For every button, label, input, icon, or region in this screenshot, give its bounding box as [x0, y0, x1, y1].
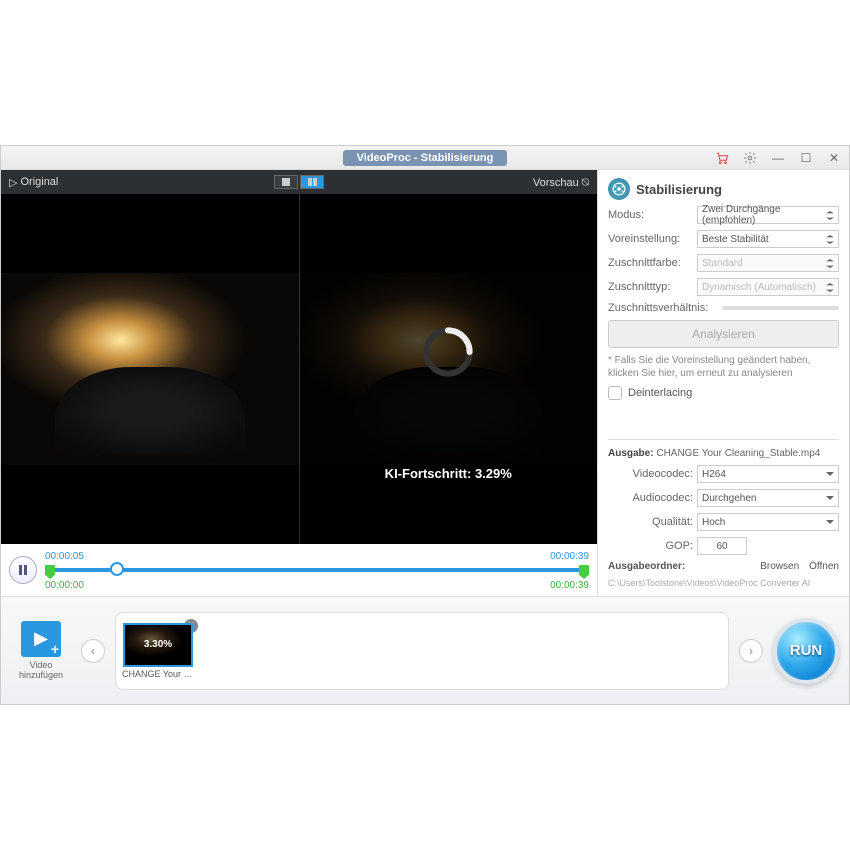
next-button[interactable]: › — [739, 639, 763, 663]
thumbnail-image: 3.30% — [123, 623, 193, 667]
thumbnail-item[interactable]: × 3.30% CHANGE Your Cle — [122, 623, 194, 679]
audiocodec-label: Audiocodec: — [608, 492, 693, 504]
play-pause-button[interactable] — [9, 556, 37, 584]
view-split-button[interactable] — [300, 175, 324, 189]
videocodec-select[interactable]: H264 — [697, 465, 839, 483]
preview-label-wrap: Vorschau ⍉ — [533, 175, 589, 190]
range-start-handle[interactable] — [45, 565, 55, 579]
add-video-button[interactable]: ▶ Video hinzufügen — [11, 621, 71, 681]
spinner-icon — [418, 322, 478, 382]
time-start: 00:00:00 — [45, 580, 84, 591]
maximize-button[interactable]: ☐ — [795, 149, 817, 167]
analyze-note: * Falls Sie die Voreinstellung geändert … — [608, 354, 839, 380]
modus-select[interactable]: Zwei Durchgänge (empfohlen) — [697, 206, 839, 224]
zuschnitttyp-label: Zuschnitttyp: — [608, 281, 693, 293]
gop-input[interactable]: 60 — [697, 537, 747, 555]
window-title: VideoProc - Stabilisierung — [343, 150, 508, 166]
quality-select[interactable]: Hoch — [697, 513, 839, 531]
original-label: ▷ Original — [9, 176, 58, 189]
browse-button[interactable]: Browsen — [760, 561, 799, 572]
modus-label: Modus: — [608, 209, 693, 221]
thumbnail-name: CHANGE Your Cle — [122, 669, 194, 679]
time-end-top: 00:00:39 — [550, 551, 589, 562]
zuschnittfarbe-select[interactable]: Standard — [697, 254, 839, 272]
stabilization-icon — [608, 178, 630, 200]
zuschnittfarbe-label: Zuschnittfarbe: — [608, 257, 693, 269]
time-end-bottom: 00:00:39 — [550, 580, 589, 591]
audiocodec-select[interactable]: Durchgehen — [697, 489, 839, 507]
sidebar-title: Stabilisierung — [608, 178, 839, 200]
view-single-button[interactable] — [274, 175, 298, 189]
timeline: 00:00:05 00:00:00 00:00:39 00:00:39 — [1, 544, 597, 596]
open-folder-button[interactable]: Öffnen — [809, 561, 839, 572]
minimize-button[interactable]: — — [767, 149, 789, 167]
time-current: 00:00:05 — [45, 551, 84, 562]
magnify-icon[interactable]: ⍉ — [582, 175, 589, 189]
main-area: ▷ Original Vorschau ⍉ KI-Fortschr — [1, 170, 849, 596]
sidebar: Stabilisierung Modus: Zwei Durchgänge (em… — [597, 170, 849, 596]
view-toggle — [274, 175, 324, 189]
analyze-button[interactable]: Analysieren — [608, 320, 839, 348]
ratio-slider[interactable] — [722, 306, 839, 310]
timeline-track[interactable]: 00:00:05 00:00:00 00:00:39 00:00:39 — [45, 550, 589, 590]
progress-text: KI-Fortschritt: 3.29% — [385, 466, 512, 481]
range-end-handle[interactable] — [579, 565, 589, 579]
output-folder-label: Ausgabeordner: — [608, 561, 685, 572]
playhead-handle[interactable] — [110, 562, 124, 576]
zuschnittverhaeltnis-label: Zuschnittsverhältnis: — [608, 302, 718, 314]
original-pane — [1, 194, 299, 544]
thumbnail-strip: × 3.30% CHANGE Your Cle — [115, 612, 729, 690]
zuschnitttyp-select[interactable]: Dynamisch (Automatisch) — [697, 278, 839, 296]
output-path: C:\Users\Toolstone\Videos\VideoProc Conv… — [608, 578, 839, 588]
output-filename: Ausgabe: CHANGE Your Cleaning_Stable.mp4 — [608, 448, 839, 459]
gop-label: GOP: — [608, 540, 693, 552]
titlebar: VideoProc - Stabilisierung — ☐ ✕ — [1, 146, 849, 170]
close-button[interactable]: ✕ — [823, 149, 845, 167]
add-video-icon: ▶ — [21, 621, 61, 657]
bottom-bar: ▶ Video hinzufügen ‹ × 3.30% CHANGE Your… — [1, 596, 849, 704]
preview-panel: ▷ Original Vorschau ⍉ KI-Fortschr — [1, 170, 597, 596]
videocodec-label: Videocodec: — [608, 468, 693, 480]
preview-pane: KI-Fortschritt: 3.29% — [299, 194, 598, 544]
cart-icon[interactable] — [711, 149, 733, 167]
run-button[interactable]: RUN — [773, 618, 839, 684]
deinterlacing-checkbox[interactable]: Deinterlacing — [608, 386, 839, 400]
preview-header: ▷ Original Vorschau ⍉ — [1, 170, 597, 194]
titlebar-controls: — ☐ ✕ — [711, 149, 845, 167]
prev-button[interactable]: ‹ — [81, 639, 105, 663]
quality-label: Qualität: — [608, 516, 693, 528]
preview-body: KI-Fortschritt: 3.29% — [1, 194, 597, 544]
voreinstellung-label: Voreinstellung: — [608, 233, 693, 245]
voreinstellung-select[interactable]: Beste Stabilität — [697, 230, 839, 248]
gear-icon[interactable] — [739, 149, 761, 167]
app-window: VideoProc - Stabilisierung — ☐ ✕ ▷ Origi… — [0, 145, 850, 705]
